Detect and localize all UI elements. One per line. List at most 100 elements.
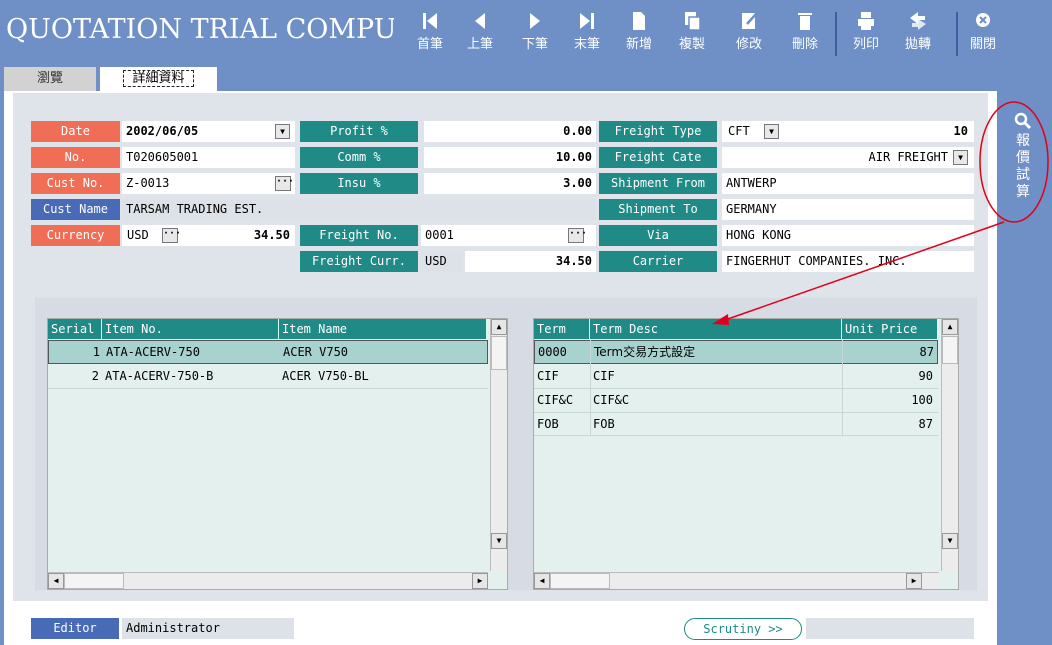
freight-type-dropdown-button[interactable]: ▼ — [764, 124, 779, 139]
scrutiny-button[interactable]: Scrutiny >> — [684, 618, 802, 640]
next-record-button[interactable]: 下筆 — [512, 8, 558, 62]
last-record-icon — [580, 13, 594, 29]
edit-button[interactable]: 修改 — [726, 8, 772, 62]
chevron-down-icon: ▼ — [769, 127, 774, 136]
date-dropdown-button[interactable]: ▼ — [275, 124, 290, 139]
new-button[interactable]: 新增 — [616, 8, 662, 62]
scroll-thumb[interactable] — [550, 573, 610, 589]
cust-no-lookup-button[interactable]: ··· — [275, 176, 294, 191]
scroll-down-button[interactable]: ▼ — [942, 533, 958, 549]
unit-price-cell: 90 — [918, 369, 933, 383]
tab-detail[interactable]: 詳細資料 — [100, 67, 217, 91]
freight-curr-label: Freight Curr. — [300, 251, 418, 272]
via-label: Via — [599, 225, 717, 246]
shipment-to-field[interactable]: GERMANY — [722, 199, 974, 220]
items-vertical-scrollbar[interactable]: ▲ ▼ — [490, 319, 507, 571]
first-record-label: 首筆 — [416, 37, 443, 52]
unit-price-cell: 87 — [918, 417, 933, 431]
freight-curr-code[interactable]: USD — [421, 251, 463, 272]
chevron-down-icon: ▼ — [280, 127, 285, 136]
freight-type-label: Freight Type — [599, 121, 717, 142]
date-label: Date — [31, 121, 120, 142]
via-field[interactable]: HONG KONG — [722, 225, 974, 246]
cust-name-field[interactable]: TARSAM TRADING EST. — [122, 199, 596, 220]
comm-field[interactable]: 10.00 — [424, 147, 596, 168]
freight-cate-field[interactable]: AIR FREIGHT — [722, 147, 974, 168]
terms-vertical-scrollbar[interactable]: ▲ ▼ — [941, 319, 958, 571]
scroll-left-button[interactable]: ◀ — [48, 573, 64, 589]
new-label: 新增 — [625, 37, 652, 52]
table-row[interactable]: CIF CIF 90 — [534, 364, 938, 388]
table-row[interactable]: 2 ATA-ACERV-750-B ACER V750-BL — [48, 364, 488, 388]
scroll-thumb[interactable] — [64, 573, 124, 589]
edit-label: 修改 — [735, 37, 762, 52]
serial-column-header[interactable]: Serial — [48, 319, 102, 339]
terms-horizontal-scrollbar[interactable]: ◀ ▶ — [534, 572, 939, 589]
shipment-from-field[interactable]: ANTWERP — [722, 173, 974, 194]
scroll-up-button[interactable]: ▲ — [491, 319, 507, 335]
term-column-header[interactable]: Term — [534, 319, 590, 339]
profit-field[interactable]: 0.00 — [424, 121, 596, 142]
previous-record-label: 上筆 — [466, 37, 493, 52]
date-field[interactable]: 2002/06/05 — [122, 121, 295, 142]
items-grid: Serial Item No. Item Name 1 ATA-ACERV-75… — [47, 318, 508, 590]
row-divider — [48, 388, 488, 389]
freight-type-value: 10 — [953, 124, 968, 138]
comm-label: Comm % — [300, 147, 418, 168]
term-cell: CIF&C — [537, 393, 574, 407]
insu-field[interactable]: 3.00 — [424, 173, 596, 194]
scroll-thumb[interactable] — [942, 336, 958, 364]
freight-type-code: CFT — [728, 124, 750, 138]
items-horizontal-scrollbar[interactable]: ◀ ▶ — [48, 572, 488, 589]
carrier-label: Carrier — [599, 251, 717, 272]
shipment-to-label: Shipment To — [599, 199, 717, 220]
serial-cell: 1 — [92, 345, 100, 359]
quote-calc-label: 報價試算 — [1016, 133, 1030, 200]
editor-field: Administrator — [122, 618, 294, 639]
item-name-column-header[interactable]: Item Name — [279, 319, 487, 339]
first-record-button[interactable]: 首筆 — [407, 8, 453, 62]
no-field[interactable]: T020605001 — [122, 147, 295, 168]
transfer-button[interactable]: 拋轉 — [895, 8, 941, 62]
next-record-icon — [530, 13, 540, 29]
table-row[interactable]: 0000 Term交易方式設定 87 — [534, 340, 938, 364]
freight-cate-dropdown-button[interactable]: ▼ — [953, 150, 968, 165]
freight-curr-rate[interactable]: 34.50 — [465, 251, 596, 272]
quote-calc-button[interactable]: 報價試算 — [1001, 112, 1045, 217]
cust-no-field[interactable]: Z-0013 — [122, 173, 295, 194]
close-icon — [976, 13, 990, 27]
close-button[interactable]: 關閉 — [960, 8, 1006, 62]
currency-lookup-button[interactable]: ··· — [162, 228, 181, 243]
term-desc-cell: Term交易方式設定 — [594, 345, 696, 359]
last-record-button[interactable]: 末筆 — [564, 8, 610, 62]
unit-price-column-header[interactable]: Unit Price — [842, 319, 938, 339]
print-button[interactable]: 列印 — [843, 8, 889, 62]
previous-record-button[interactable]: 上筆 — [457, 8, 503, 62]
term-desc-cell: CIF — [593, 369, 615, 383]
unit-price-cell: 100 — [911, 393, 933, 407]
next-record-label: 下筆 — [521, 37, 548, 52]
delete-button[interactable]: 刪除 — [782, 8, 828, 62]
scroll-left-button[interactable]: ◀ — [534, 573, 550, 589]
arrow-right-icon: ▶ — [911, 576, 917, 585]
freight-no-lookup-button[interactable]: ··· — [568, 228, 587, 243]
table-row[interactable]: CIF&C CIF&C 100 — [534, 388, 938, 412]
term-desc-cell: FOB — [593, 417, 615, 431]
close-label: 關閉 — [969, 37, 996, 52]
tab-browse[interactable]: 瀏覽 — [4, 67, 96, 91]
scroll-right-button[interactable]: ▶ — [906, 573, 922, 589]
scroll-right-button[interactable]: ▶ — [472, 573, 488, 589]
item-no-cell: ATA-ACERV-750-B — [105, 369, 214, 383]
term-desc-column-header[interactable]: Term Desc — [590, 319, 842, 339]
scroll-thumb[interactable] — [491, 336, 507, 370]
arrow-left-icon: ◀ — [53, 576, 59, 585]
carrier-field[interactable]: FINGERHUT COMPANIES. INC. — [722, 251, 974, 272]
table-row[interactable]: 1 ATA-ACERV-750 ACER V750 — [48, 340, 488, 364]
scroll-up-button[interactable]: ▲ — [942, 319, 958, 335]
scroll-down-button[interactable]: ▼ — [491, 533, 507, 549]
status-field — [806, 618, 974, 639]
copy-button[interactable]: 複製 — [669, 8, 715, 62]
arrow-up-icon: ▲ — [496, 322, 502, 331]
table-row[interactable]: FOB FOB 87 — [534, 412, 938, 436]
item-no-column-header[interactable]: Item No. — [102, 319, 279, 339]
